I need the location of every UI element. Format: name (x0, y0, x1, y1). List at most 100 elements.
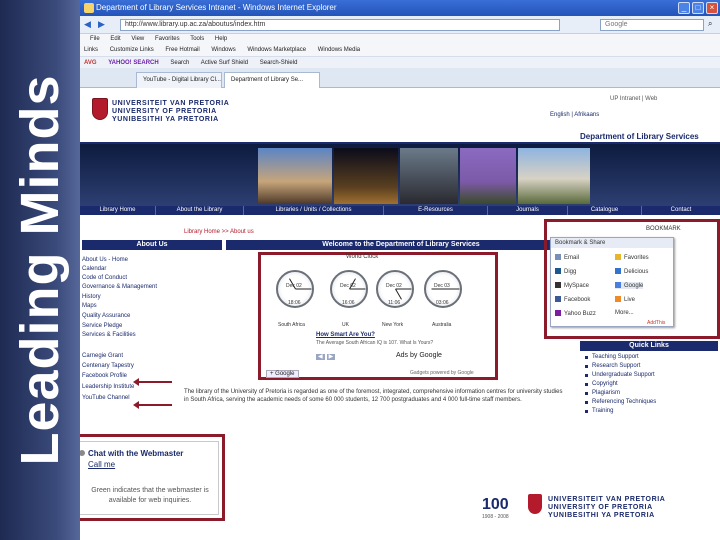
menu-help[interactable]: Help (215, 36, 227, 42)
share-favorites[interactable]: Favorites (615, 254, 649, 261)
side-link-leadership[interactable]: Leadership Institute (82, 383, 134, 391)
search-icon[interactable]: ⌕ (708, 19, 712, 29)
building-photo (258, 148, 332, 204)
side-link-calendar[interactable]: Calendar (82, 265, 106, 273)
share-live[interactable]: Live (615, 296, 635, 303)
nav-about[interactable]: About the Library (156, 206, 244, 215)
side-link-pledge[interactable]: Service Pledge (82, 322, 122, 330)
gadget-pager[interactable]: ◀ ▶ (316, 353, 337, 360)
side-link-about-home[interactable]: About Us - Home (82, 256, 128, 264)
language-switch[interactable]: English | Afrikaans (550, 112, 599, 118)
side-link-governance[interactable]: Governance & Management (82, 283, 157, 291)
menu-file[interactable]: File (90, 36, 100, 42)
share-facebook[interactable]: Facebook (555, 296, 590, 303)
side-link-youtube[interactable]: YouTube Channel (82, 394, 130, 402)
clock-date-au: Dec 03 (434, 283, 450, 289)
quick-link-teaching[interactable]: Teaching Support (585, 354, 639, 360)
clock-city-au: Australia (432, 322, 452, 328)
search-input[interactable]: Google (600, 19, 704, 31)
jacaranda-photo (460, 148, 516, 204)
side-link-maps[interactable]: Maps (82, 302, 97, 310)
top-links[interactable]: UP Intranet | Web (610, 96, 657, 102)
share-more[interactable]: More... (615, 310, 634, 316)
add-to-google-button[interactable]: + Google (266, 370, 299, 378)
nav-library-home[interactable]: Library Home (80, 206, 156, 215)
search-shield[interactable]: Search-Shield (260, 60, 298, 66)
nav-contact[interactable]: Contact (642, 206, 720, 215)
side-link-carnegie[interactable]: Carnegie Grant (82, 352, 123, 360)
side-link-tapestry[interactable]: Centenary Tapestry (82, 362, 134, 370)
nav-libraries[interactable]: Libraries / Units / Collections (244, 206, 384, 215)
nav-catalogue[interactable]: Catalogue (568, 206, 642, 215)
link-marketplace[interactable]: Windows Marketplace (247, 47, 306, 53)
web-page: UNIVERSITEIT VAN PRETORIA UNIVERSITY OF … (80, 88, 720, 540)
active-surf-shield[interactable]: Active Surf Shield (201, 60, 248, 66)
ads-by-google[interactable]: Ads by Google (396, 352, 442, 359)
tab-youtube[interactable]: YouTube - Digital Library Cl... (136, 72, 222, 88)
side-link-quality[interactable]: Quality Assurance (82, 312, 130, 320)
clock-city-sa: South Africa (278, 322, 305, 328)
addthis-label[interactable]: AddThis (647, 320, 665, 326)
link-media[interactable]: Windows Media (318, 47, 360, 53)
clock-date-sa: Dec 02 (286, 283, 302, 289)
logo-line-en: UNIVERSITY OF PRETORIA (112, 108, 217, 115)
bookmark-button[interactable]: BOOKMARK (646, 226, 681, 232)
share-delicious[interactable]: Delicious (615, 268, 648, 275)
minimize-icon[interactable]: _ (678, 2, 690, 14)
prev-icon[interactable]: ◀ (316, 354, 325, 360)
close-icon[interactable]: × (706, 2, 718, 14)
avg-button[interactable]: AVG (84, 60, 97, 66)
logo-line-af: UNIVERSITEIT VAN PRETORIA (112, 100, 230, 107)
menu-edit[interactable]: Edit (110, 36, 120, 42)
url-input[interactable]: http://www.library.up.ac.za/aboutus/inde… (120, 19, 560, 31)
footer-crest-icon (528, 494, 542, 514)
bookmark-share-popup: Bookmark & Share Email Favorites Digg De… (550, 237, 674, 327)
quick-link-research[interactable]: Research Support (584, 363, 640, 369)
browser-titlebar: Department of Library Services Intranet … (80, 0, 720, 16)
share-google[interactable]: Google (615, 282, 644, 289)
clock-time-au: 03:06 (436, 300, 449, 306)
share-email[interactable]: Email (555, 254, 579, 261)
quick-link-referencing[interactable]: Referencing Techniques (584, 399, 656, 405)
clock-city-uk: UK (342, 322, 349, 328)
window-title: Department of Library Services Intranet … (96, 3, 337, 12)
live-icon (615, 296, 621, 302)
quick-link-undergraduate[interactable]: Undergraduate Support (585, 372, 655, 378)
logo-line-nso: YUNIBESITHI YA PRETORIA (112, 116, 219, 123)
side-link-facebook[interactable]: Facebook Profile (82, 372, 127, 380)
ad-headline[interactable]: How Smart Are You? (316, 332, 375, 338)
link-customize[interactable]: Customize Links (110, 47, 154, 53)
side-link-history[interactable]: History (82, 293, 101, 301)
menu-view[interactable]: View (131, 36, 144, 42)
breadcrumb[interactable]: Library Home >> About us (184, 229, 254, 235)
search-button[interactable]: Search (170, 60, 189, 66)
forward-icon[interactable]: ▶ (98, 19, 105, 30)
quick-link-plagiarism[interactable]: Plagiarism (584, 390, 620, 396)
clock-time-uk: 16:06 (342, 300, 355, 306)
side-link-services[interactable]: Services & Facilities (82, 331, 136, 339)
digg-icon (555, 268, 561, 274)
library-interior-photo (400, 148, 458, 204)
tab-library[interactable]: Department of Library Se... (224, 72, 320, 88)
next-icon[interactable]: ▶ (326, 354, 336, 360)
back-icon[interactable]: ◀ (84, 19, 91, 30)
share-yahoo-buzz[interactable]: Yahoo Buzz (555, 310, 596, 317)
maximize-icon[interactable]: □ (692, 2, 704, 14)
quick-link-copyright[interactable]: Copyright (585, 381, 618, 387)
university-name: UNIVERSITEIT VAN PRETORIA UNIVERSITY OF … (112, 100, 229, 124)
chat-title[interactable]: Chat with the Webmaster (88, 449, 183, 458)
share-digg[interactable]: Digg (555, 268, 576, 275)
yahoo-search[interactable]: YAHOO! SEARCH (108, 60, 158, 66)
nav-eresources[interactable]: E-Resources (384, 206, 488, 215)
menu-tools[interactable]: Tools (190, 36, 204, 42)
call-me-link[interactable]: Call me (88, 460, 115, 469)
nav-journals[interactable]: Journals (488, 206, 568, 215)
ie-icon (84, 3, 94, 13)
quick-link-training[interactable]: Training (584, 408, 613, 414)
link-hotmail[interactable]: Free Hotmail (165, 47, 199, 53)
side-link-code[interactable]: Code of Conduct (82, 274, 127, 282)
site-nav: Library Home About the Library Libraries… (80, 206, 720, 215)
share-myspace[interactable]: MySpace (555, 282, 589, 289)
menu-favorites[interactable]: Favorites (155, 36, 180, 42)
link-windows[interactable]: Windows (211, 47, 235, 53)
